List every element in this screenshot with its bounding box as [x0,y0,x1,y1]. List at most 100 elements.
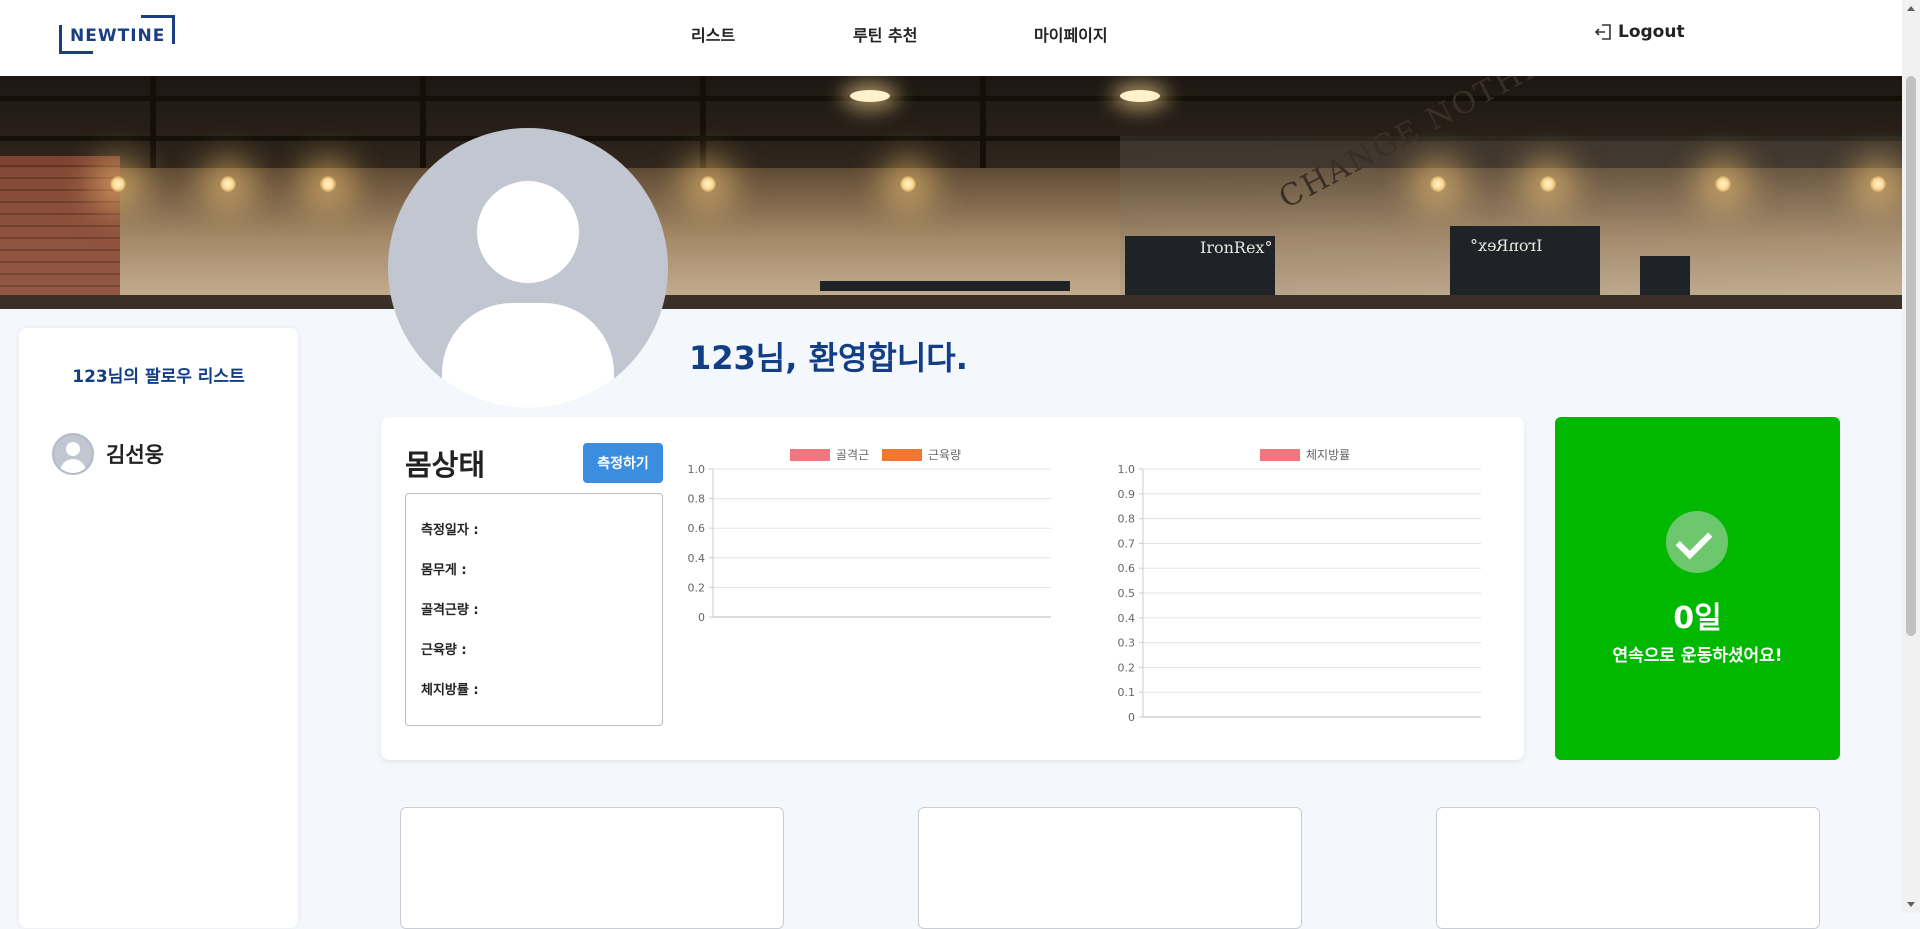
follow-user-name: 김선웅 [106,443,164,467]
legend-swatch [882,449,922,461]
gym-banner-image: CHANGE NOTHI IronRex° IronRex° [0,76,1902,309]
scroll-up-arrow-icon[interactable] [1907,6,1915,11]
y-tick-label: 1.0 [688,463,706,476]
measurement-info-box: 측정일자 : 몸무게 : 골격근량 : 근육량 : 체지방률 : [405,493,663,726]
scroll-down-arrow-icon[interactable] [1907,902,1915,907]
legend-item: 체지방률 [1260,448,1350,462]
legend-swatch [1260,449,1300,461]
y-tick-label: 0.4 [688,552,706,565]
avatar-body-shape [442,303,614,408]
skeletal-muscle-label: 골격근량 : [421,603,479,618]
measure-date-label: 측정일자 : [421,523,479,538]
muscle-mass-row: 근육량 : [421,639,467,658]
ceiling-light [850,90,890,102]
nav-routine-recommend[interactable]: 루틴 추천 [853,22,917,46]
weight-row: 몸무게 : [421,559,467,578]
avatar-head-shape [66,442,80,456]
body-fat-chart-svg: 체지방률 0 0.1 0.2 0.3 0.4 0.5 0.6 0.7 0.8 0.9 1.0 [1118,448,1481,724]
body-fat-chart: 체지방률 0 0.1 0.2 0.3 0.4 0.5 0.6 0.7 0.8 0.9 1.0 [1111,447,1501,731]
nav-mypage[interactable]: 마이페이지 [1034,22,1108,46]
streak-card: 0일 연속으로 운동하셨어요! [1555,417,1840,760]
brick-wall [0,156,120,309]
logo-bracket [59,51,93,54]
y-tick-label: 0.3 [1118,637,1136,650]
ceiling-beam [0,96,1902,101]
y-tick-label: 1.0 [1118,463,1136,476]
measure-date-row: 측정일자 : [421,519,479,538]
profile-avatar[interactable] [388,128,668,408]
legend-item: 골격근 [790,448,869,462]
body-state-title: 몸상태 [405,448,486,482]
measure-button[interactable]: 측정하기 [583,443,663,483]
legend-item: 근육량 [882,448,961,462]
ceiling-light [110,176,126,192]
skeletal-muscle-row: 골격근량 : [421,599,479,618]
legend-swatch [790,449,830,461]
follow-list-title: 123님의 팔로우 리스트 [72,367,245,387]
body-state-card: 몸상태 측정하기 측정일자 : 몸무게 : 골격근량 : 근육량 : 체지방률 … [381,417,1524,760]
ceiling-light [220,176,236,192]
nav-list[interactable]: 리스트 [691,22,735,46]
ceiling-light [1120,90,1160,102]
body-fat-label: 체지방률 : [421,683,479,698]
bottom-card[interactable] [918,807,1302,929]
body-fat-row: 체지방률 : [421,679,479,698]
y-tick-label: 0 [1128,711,1135,724]
follow-list-item[interactable]: 김선웅 [52,433,164,475]
y-tick-label: 0.2 [688,581,706,594]
muscle-chart: 골격근 근육량 0 0.2 0.4 0.6 0.8 1.0 [681,447,1071,631]
y-tick-label: 0.1 [1118,686,1136,699]
y-tick-label: 0.6 [1118,562,1136,575]
ceiling-light [1540,176,1556,192]
banner-floor [0,295,1902,309]
gym-bench [820,281,1070,291]
ceiling-light [1715,176,1731,192]
y-tick-label: 0.7 [1118,537,1136,550]
rack-brand-label: IronRex° [1200,238,1273,257]
avatar-body-shape [60,459,86,473]
logo-text: NEWTINE [70,26,166,46]
y-tick-label: 0.9 [1118,488,1136,501]
bottom-card[interactable] [1436,807,1820,929]
weight-label: 몸무게 : [421,563,467,578]
logout-button[interactable]: Logout [1594,22,1685,42]
legend-label: 근육량 [928,448,961,462]
logout-label: Logout [1618,22,1685,42]
y-tick-label: 0.8 [688,493,706,506]
ceiling-light [1430,176,1446,192]
muscle-mass-label: 근육량 : [421,643,467,658]
bottom-card[interactable] [400,807,784,929]
y-tick-label: 0.5 [1118,587,1136,600]
ceiling-beam [700,76,706,168]
y-tick-label: 0.2 [1118,661,1136,674]
legend-label: 골격근 [836,448,869,462]
y-tick-label: 0.4 [1118,612,1136,625]
avatar-head-shape [477,181,579,283]
y-tick-label: 0 [698,611,705,624]
logo-bracket [59,25,62,54]
user-avatar-icon [52,433,94,475]
muscle-chart-svg: 골격근 근육량 0 0.2 0.4 0.6 0.8 1.0 [688,448,1051,624]
y-tick-label: 0.8 [1118,513,1136,526]
logo-bracket [141,15,175,18]
logo-bracket [172,15,175,44]
ceiling-light [700,176,716,192]
ceiling-beam [980,76,986,168]
y-tick-label: 0.6 [688,522,706,535]
logout-icon [1594,24,1611,40]
top-navbar: NEWTINE 리스트 루틴 추천 마이페이지 Logout [0,0,1902,76]
legend-label: 체지방률 [1306,448,1350,462]
streak-days: 0일 [1673,601,1722,636]
rack-brand-label: IronRex° [1470,236,1543,255]
ceiling-light [320,176,336,192]
ceiling-beam [150,76,156,168]
page-scrollbar[interactable] [1902,0,1920,913]
newtine-logo[interactable]: NEWTINE [59,15,175,54]
scroll-thumb[interactable] [1906,76,1916,636]
ceiling-beam [420,76,426,168]
welcome-message: 123님, 환영합니다. [689,339,968,377]
follow-list-sidebar: 123님의 팔로우 리스트 김선웅 [19,328,298,928]
ceiling-light [1870,176,1886,192]
ceiling-light [900,176,916,192]
streak-message: 연속으로 운동하셨어요! [1612,646,1783,666]
